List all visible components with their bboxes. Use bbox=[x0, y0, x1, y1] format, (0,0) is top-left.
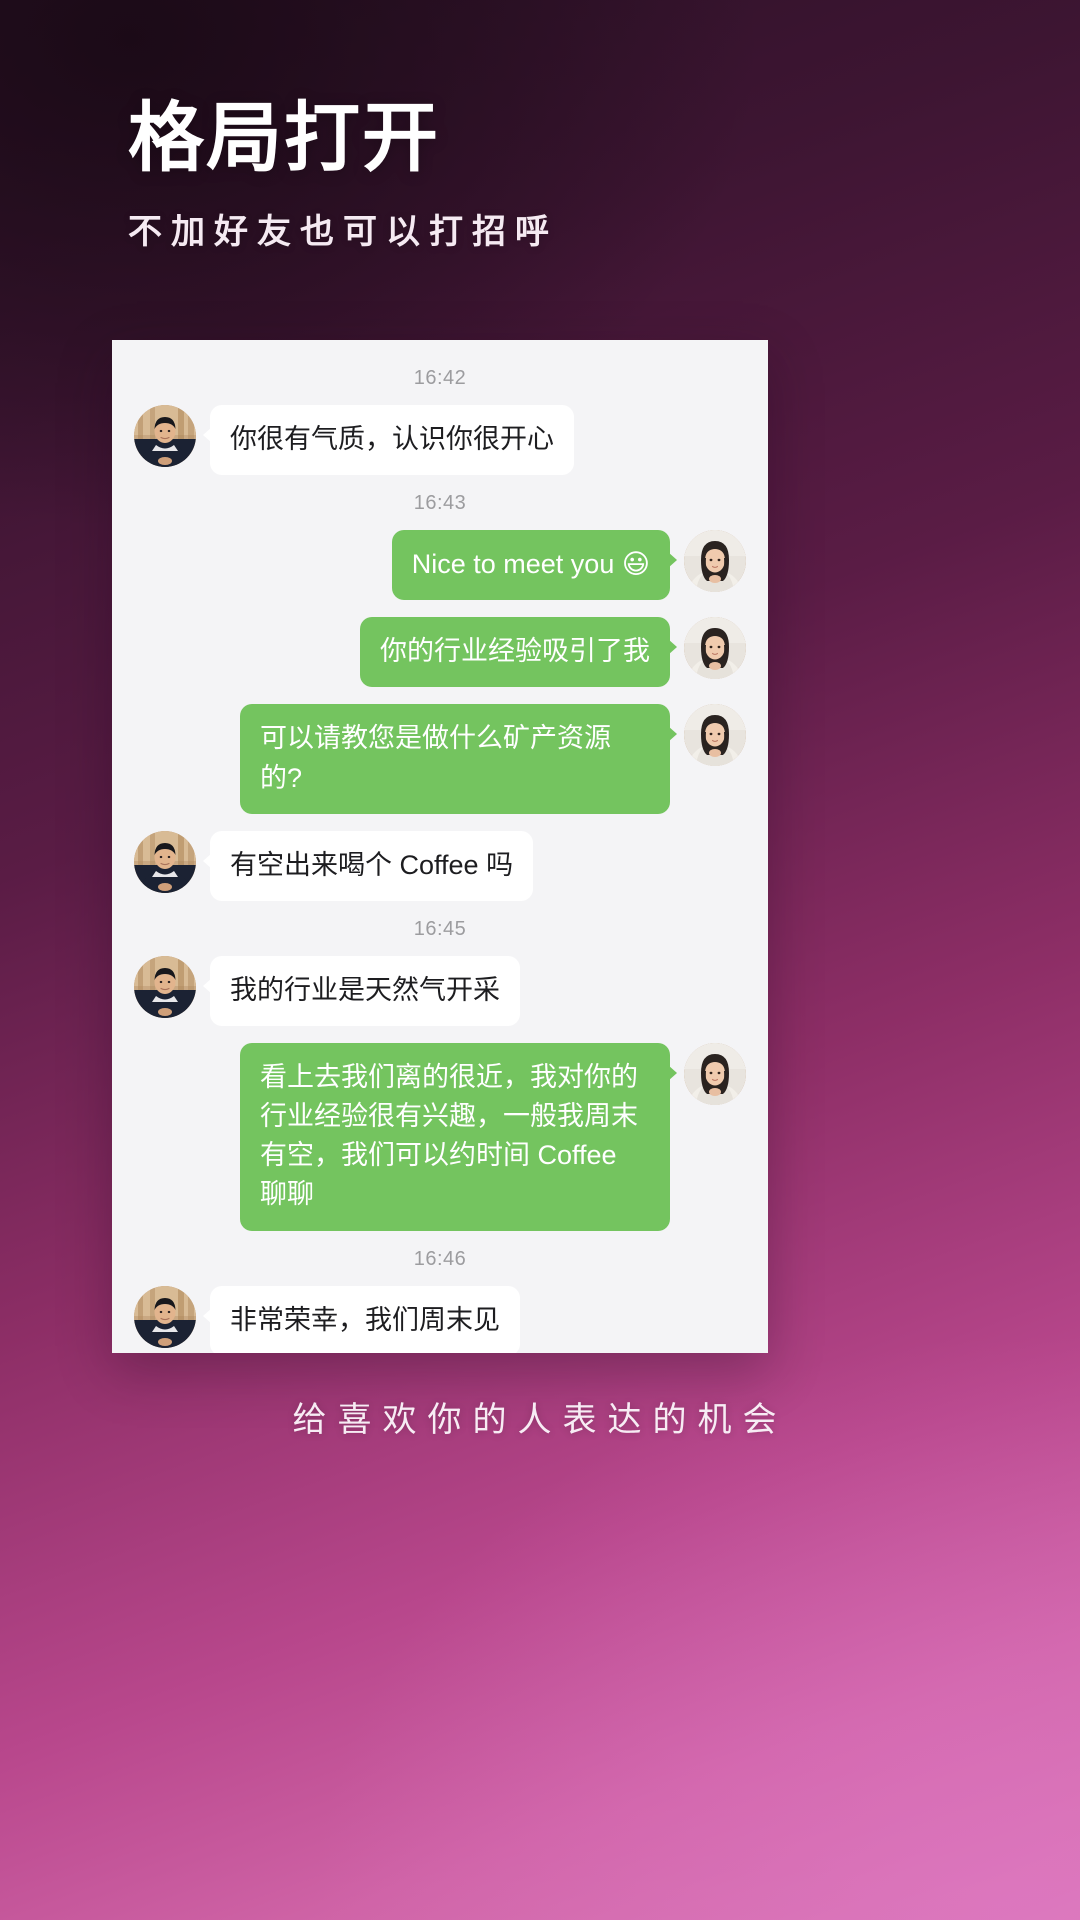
page-title: 格局打开 bbox=[128, 96, 440, 181]
woman-avatar[interactable] bbox=[684, 1042, 746, 1105]
chat-message-row: 非常荣幸，我们周末见 bbox=[112, 1285, 768, 1353]
woman-avatar[interactable] bbox=[684, 704, 746, 767]
outgoing-message-bubble[interactable]: 可以请教您是做什么矿产资源的? bbox=[240, 704, 677, 814]
header: 格局打开 不加好友也可以打招呼 bbox=[128, 95, 558, 253]
man-avatar-art bbox=[134, 1285, 196, 1348]
timestamp-separator: 16:42 bbox=[413, 367, 467, 389]
man-avatar[interactable] bbox=[134, 955, 196, 1018]
page-subtitle: 不加好友也可以打招呼 bbox=[128, 213, 558, 252]
chat-message-row: Nice to meet you 😃 bbox=[112, 530, 768, 601]
woman-avatar-art bbox=[684, 617, 746, 680]
incoming-message-bubble[interactable]: 你很有气质，认识你很开心 bbox=[203, 405, 574, 476]
woman-avatar[interactable] bbox=[684, 530, 746, 593]
man-avatar-art bbox=[134, 830, 196, 893]
chat-message-row: 你的行业经验吸引了我 bbox=[112, 617, 768, 688]
outgoing-message-bubble[interactable]: Nice to meet you 😃 bbox=[391, 530, 678, 601]
man-avatar[interactable] bbox=[134, 1285, 196, 1348]
chat-message-list[interactable]: 16:42 你很有气质，认识你很开心 16:43 Nice to meet you … bbox=[112, 340, 768, 1353]
timestamp-separator: 16:45 bbox=[413, 917, 467, 940]
incoming-message-bubble[interactable]: 我的行业是天然气开采 bbox=[203, 955, 520, 1026]
man-avatar-art bbox=[134, 955, 196, 1018]
chat-message-row: 我的行业是天然气开采 bbox=[112, 955, 768, 1026]
outgoing-message-bubble[interactable]: 你的行业经验吸引了我 bbox=[360, 617, 677, 688]
footer-tagline: 给喜欢你的人表达的机会 bbox=[292, 1401, 788, 1439]
woman-avatar-art bbox=[684, 704, 746, 767]
incoming-message-bubble[interactable]: 有空出来喝个 Coffee 吗 bbox=[202, 830, 534, 901]
man-avatar[interactable] bbox=[134, 405, 196, 467]
timestamp-separator: 16:43 bbox=[413, 492, 467, 515]
chat-message-row: 你很有气质，认识你很开心 bbox=[112, 405, 768, 476]
chat-message-row: 有空出来喝个 Coffee 吗 bbox=[112, 830, 768, 901]
incoming-message-bubble[interactable]: 非常荣幸，我们周末见 bbox=[203, 1285, 520, 1353]
chat-card: 16:42 你很有气质，认识你很开心 16:43 Nice to meet you … bbox=[112, 340, 768, 1353]
woman-avatar[interactable] bbox=[684, 617, 746, 680]
outgoing-message-bubble[interactable]: 看上去我们离的很近，我对你的行业经验很有兴趣，一般我周末有空，我们可以约时间 C… bbox=[240, 1042, 677, 1231]
grinning-face-emoji: 😃 bbox=[621, 549, 650, 580]
woman-avatar-art bbox=[684, 1042, 746, 1105]
timestamp-separator: 16:46 bbox=[413, 1247, 467, 1270]
man-avatar-art bbox=[134, 405, 196, 467]
chat-message-row: 看上去我们离的很近，我对你的行业经验很有兴趣，一般我周末有空，我们可以约时间 C… bbox=[112, 1042, 768, 1231]
man-avatar[interactable] bbox=[134, 830, 196, 893]
woman-avatar-art bbox=[684, 530, 746, 593]
chat-message-row: 可以请教您是做什么矿产资源的? bbox=[112, 704, 768, 814]
